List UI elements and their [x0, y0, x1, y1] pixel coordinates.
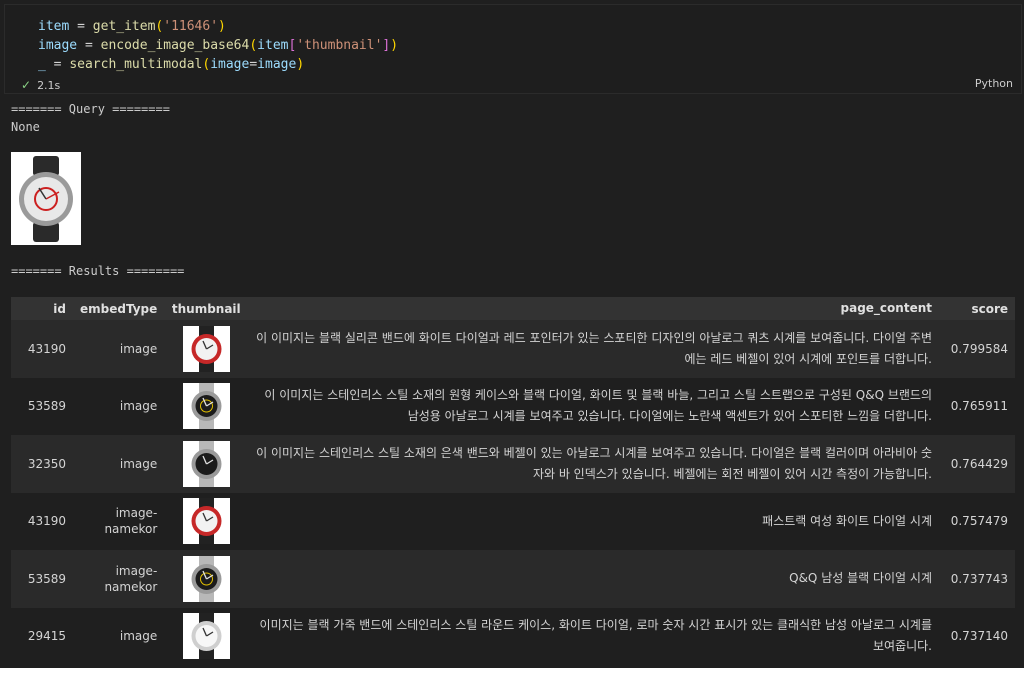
cell-page-content: 이미지는 블랙 가죽 밴드에 스테인리스 스틸 라운드 케이스, 화이트 다이얼…	[248, 607, 939, 665]
cell-score: 0.737743	[939, 550, 1015, 608]
watch-thumbnail-icon	[182, 498, 230, 545]
results-header: ======= Results ========	[11, 264, 185, 278]
watch-thumbnail-icon	[182, 555, 230, 602]
code-token: )	[218, 19, 226, 34]
cell-page-content: Q&Q 남성 블랙 다이얼 시계	[248, 550, 939, 608]
cell-score: 0.737140	[939, 607, 1015, 665]
code-token: (	[249, 38, 258, 53]
code-token: =	[249, 57, 258, 72]
table-row: 43190 image-namekor 패스트랙 여성 화이트 다이얼 시계 0.75…	[11, 492, 1015, 550]
code-token: get_item	[92, 19, 156, 34]
header-thumbnail: thumbnail	[164, 297, 249, 320]
header-embedtype: embedType	[73, 297, 165, 320]
cell-id: 43190	[11, 492, 73, 550]
code-token: 'thumbnail'	[296, 38, 383, 53]
table-row: 29415 image 이미지는 블랙 가죽 밴드에 스테인리스 스틸 라운드 케이…	[11, 607, 1015, 665]
table-row: 32350 image 이 이미지는 스테인리스 스틸 소재의 은색 밴드와 베젤이…	[11, 435, 1015, 493]
cell-score: 0.765911	[939, 377, 1015, 435]
code-token: item	[257, 38, 289, 53]
code-line: image = encode_image_base64(item['thumbn…	[38, 36, 398, 55]
cell-id: 29415	[11, 607, 73, 665]
checkmark-icon: ✓	[21, 78, 32, 92]
cell-language[interactable]: Python	[975, 77, 1013, 90]
code-token: =	[77, 38, 101, 53]
code-token: )	[296, 57, 305, 72]
code-token: =	[69, 19, 93, 34]
query-value: None	[11, 120, 40, 134]
cell-embedtype: image	[73, 435, 165, 493]
code-token: search_multimodal	[69, 57, 203, 72]
cell-page-content: 이 이미지는 스테인리스 스틸 소재의 원형 케이스와 블랙 다이얼, 화이트 …	[248, 377, 939, 435]
code-line: item = get_item('11646')	[38, 17, 398, 36]
watch-thumbnail-icon	[182, 325, 230, 372]
cell-score: 0.757479	[939, 492, 1015, 550]
code-token: '11646'	[163, 19, 219, 34]
cell-page-content: 이 이미지는 블랙 실리콘 밴드에 화이트 다이얼과 레드 포인터가 있는 스포…	[248, 320, 939, 378]
watch-icon	[11, 152, 81, 245]
header-score: score	[939, 297, 1015, 320]
query-image	[11, 152, 81, 245]
table-row: 53589 image-namekor Q&Q 남성 블랙 다이얼 시계 0.7377…	[11, 550, 1015, 608]
bottom-edge	[0, 668, 1024, 674]
cell-embedtype: image-namekor	[73, 492, 165, 550]
code-token: encode_image_base64	[100, 38, 250, 53]
table-header-row: id embedType thumbnail page_content scor…	[11, 297, 1015, 320]
cell-id: 53589	[11, 377, 73, 435]
cell-page-content: 패스트랙 여성 화이트 다이얼 시계	[248, 492, 939, 550]
cell-thumbnail	[164, 377, 249, 435]
cell-thumbnail	[164, 492, 249, 550]
execution-status: ✓ 2.1s	[21, 78, 60, 92]
results-table: id embedType thumbnail page_content scor…	[11, 297, 1015, 665]
cell-score: 0.799584	[939, 320, 1015, 378]
watch-thumbnail-icon	[182, 383, 230, 430]
cell-id: 53589	[11, 550, 73, 608]
cell-thumbnail	[164, 550, 249, 608]
code-token: =	[45, 57, 70, 72]
code-token: image	[210, 57, 250, 72]
code-editor[interactable]: item = get_item('11646') image = encode_i…	[38, 17, 398, 74]
code-token: image	[38, 38, 78, 53]
cell-score: 0.764429	[939, 435, 1015, 493]
cell-thumbnail	[164, 607, 249, 665]
cell-id: 43190	[11, 320, 73, 378]
cell-thumbnail	[164, 435, 249, 493]
query-header: ======= Query ========	[11, 102, 170, 116]
cell-thumbnail	[164, 320, 249, 378]
cell-page-content: 이 이미지는 스테인리스 스틸 소재의 은색 밴드와 베젤이 있는 아날로그 시…	[248, 435, 939, 493]
cell-embedtype: image	[73, 377, 165, 435]
code-token: image	[257, 57, 297, 72]
cell-embedtype: image-namekor	[73, 550, 165, 608]
watch-thumbnail-icon	[182, 613, 230, 660]
code-line: _ = search_multimodal(image=image)	[38, 55, 398, 74]
execution-time: 2.1s	[37, 78, 61, 92]
code-token: _	[38, 57, 46, 72]
cell-embedtype: image	[73, 607, 165, 665]
header-page-content: page_content	[248, 297, 939, 320]
watch-thumbnail-icon	[182, 440, 230, 487]
code-token: item	[38, 19, 70, 34]
notebook-code-cell[interactable]: item = get_item('11646') image = encode_i…	[4, 4, 1022, 94]
table-row: 43190 image 이 이미지는 블랙 실리콘 밴드에 화이트 다이얼과 레드 …	[11, 320, 1015, 378]
cell-id: 32350	[11, 435, 73, 493]
code-token: )	[390, 38, 399, 53]
table-row: 53589 image 이 이미지는 스테인리스 스틸 소재의 원형 케이스와 블랙…	[11, 377, 1015, 435]
cell-embedtype: image	[73, 320, 165, 378]
header-id: id	[11, 297, 73, 320]
